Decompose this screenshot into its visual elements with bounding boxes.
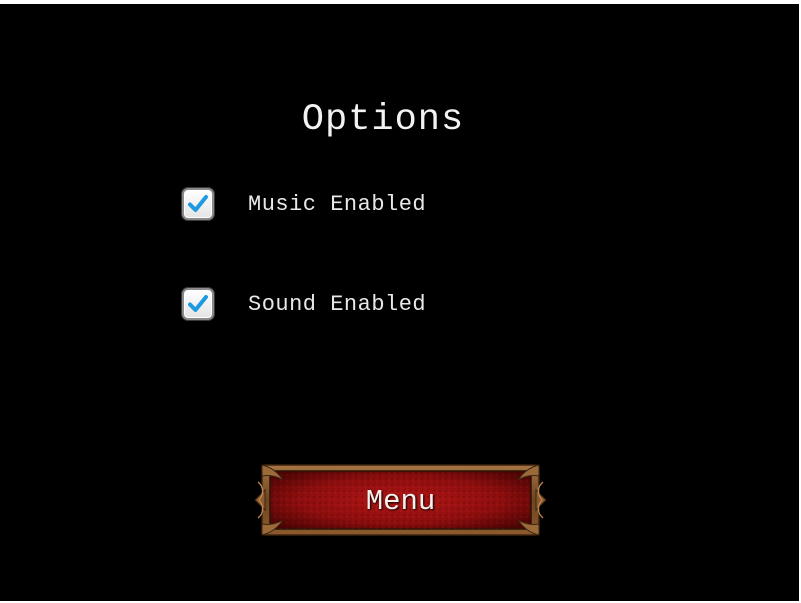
sound-enabled-checkbox[interactable] — [182, 288, 214, 320]
music-enabled-checkbox[interactable] — [182, 188, 214, 220]
menu-button[interactable]: Menu — [253, 460, 548, 540]
sound-enabled-label: Sound Enabled — [248, 291, 427, 317]
music-enabled-label: Music Enabled — [248, 191, 427, 217]
page-title: Options — [301, 99, 465, 141]
sound-enabled-option[interactable]: Sound Enabled — [182, 286, 426, 322]
options-screen: Options Music Enabled Sound Enabled Menu — [0, 4, 799, 601]
checkmark-icon — [188, 295, 208, 312]
menu-button-label: Menu — [365, 485, 436, 518]
checkmark-icon — [188, 195, 208, 212]
music-enabled-option[interactable]: Music Enabled — [182, 186, 426, 222]
